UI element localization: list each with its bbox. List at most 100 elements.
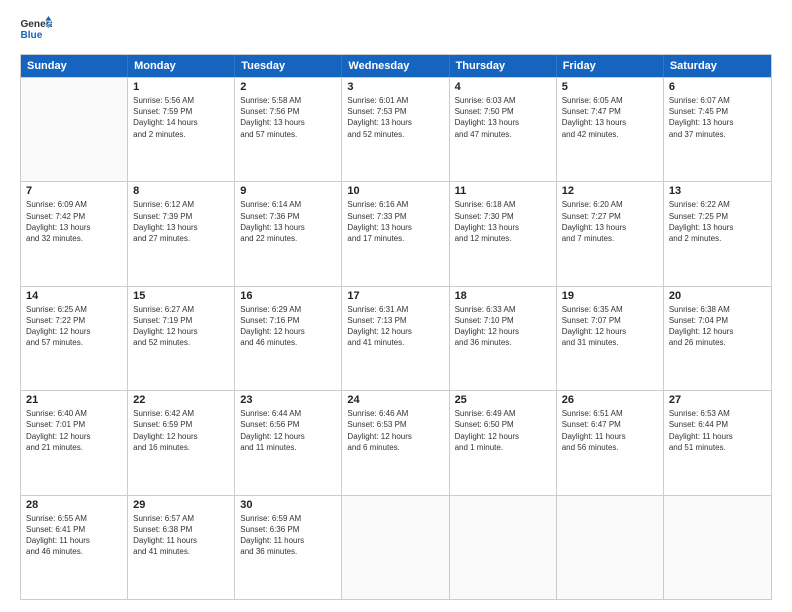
day-number: 11 (455, 185, 551, 197)
day-info: Sunrise: 6:33 AMSunset: 7:10 PMDaylight:… (455, 304, 551, 349)
calendar-cell: 5 Sunrise: 6:05 AMSunset: 7:47 PMDaylight… (557, 78, 664, 181)
day-info: Sunrise: 6:42 AMSunset: 6:59 PMDaylight:… (133, 408, 229, 453)
day-number: 21 (26, 394, 122, 406)
day-number: 5 (562, 81, 658, 93)
day-number: 18 (455, 290, 551, 302)
calendar-cell: 8 Sunrise: 6:12 AMSunset: 7:39 PMDaylight… (128, 182, 235, 285)
calendar-cell: 6 Sunrise: 6:07 AMSunset: 7:45 PMDaylight… (664, 78, 771, 181)
day-info: Sunrise: 6:44 AMSunset: 6:56 PMDaylight:… (240, 408, 336, 453)
day-info: Sunrise: 6:16 AMSunset: 7:33 PMDaylight:… (347, 199, 443, 244)
calendar-row-0: 1 Sunrise: 5:56 AMSunset: 7:59 PMDaylight… (21, 77, 771, 181)
header: General Blue (20, 16, 772, 44)
day-info: Sunrise: 6:01 AMSunset: 7:53 PMDaylight:… (347, 95, 443, 140)
day-info: Sunrise: 6:31 AMSunset: 7:13 PMDaylight:… (347, 304, 443, 349)
calendar-row-2: 14Sunrise: 6:25 AMSunset: 7:22 PMDayligh… (21, 286, 771, 390)
header-day-sunday: Sunday (21, 55, 128, 77)
day-number: 27 (669, 394, 766, 406)
day-number: 30 (240, 499, 336, 511)
calendar-cell: 14Sunrise: 6:25 AMSunset: 7:22 PMDayligh… (21, 287, 128, 390)
day-info: Sunrise: 6:57 AMSunset: 6:38 PMDaylight:… (133, 513, 229, 558)
day-number: 10 (347, 185, 443, 197)
calendar-cell: 23 Sunrise: 6:44 AMSunset: 6:56 PMDayligh… (235, 391, 342, 494)
day-info: Sunrise: 6:46 AMSunset: 6:53 PMDaylight:… (347, 408, 443, 453)
logo: General Blue (20, 16, 52, 44)
calendar-cell: 27 Sunrise: 6:53 AMSunset: 6:44 PMDayligh… (664, 391, 771, 494)
calendar-cell: 12Sunrise: 6:20 AMSunset: 7:27 PMDayligh… (557, 182, 664, 285)
day-info: Sunrise: 6:09 AMSunset: 7:42 PMDaylight:… (26, 199, 122, 244)
calendar-cell: 20 Sunrise: 6:38 AMSunset: 7:04 PMDayligh… (664, 287, 771, 390)
day-number: 4 (455, 81, 551, 93)
day-info: Sunrise: 6:55 AMSunset: 6:41 PMDaylight:… (26, 513, 122, 558)
calendar-cell: 30 Sunrise: 6:59 AMSunset: 6:36 PMDayligh… (235, 496, 342, 599)
calendar-cell (21, 78, 128, 181)
day-number: 12 (562, 185, 658, 197)
day-number: 13 (669, 185, 766, 197)
day-info: Sunrise: 6:25 AMSunset: 7:22 PMDaylight:… (26, 304, 122, 349)
day-info: Sunrise: 5:56 AMSunset: 7:59 PMDaylight:… (133, 95, 229, 140)
day-number: 26 (562, 394, 658, 406)
day-number: 2 (240, 81, 336, 93)
day-number: 7 (26, 185, 122, 197)
logo-icon: General Blue (20, 16, 52, 44)
page: General Blue SundayMondayTuesdayWednesda… (0, 0, 792, 612)
day-number: 8 (133, 185, 229, 197)
day-info: Sunrise: 6:07 AMSunset: 7:45 PMDaylight:… (669, 95, 766, 140)
day-number: 19 (562, 290, 658, 302)
day-info: Sunrise: 6:53 AMSunset: 6:44 PMDaylight:… (669, 408, 766, 453)
calendar-cell: 19 Sunrise: 6:35 AMSunset: 7:07 PMDayligh… (557, 287, 664, 390)
day-info: Sunrise: 6:27 AMSunset: 7:19 PMDaylight:… (133, 304, 229, 349)
calendar-cell (664, 496, 771, 599)
header-day-thursday: Thursday (450, 55, 557, 77)
calendar-cell: 7 Sunrise: 6:09 AMSunset: 7:42 PMDaylight… (21, 182, 128, 285)
calendar-cell: 13 Sunrise: 6:22 AMSunset: 7:25 PMDayligh… (664, 182, 771, 285)
day-number: 23 (240, 394, 336, 406)
day-number: 6 (669, 81, 766, 93)
day-info: Sunrise: 6:05 AMSunset: 7:47 PMDaylight:… (562, 95, 658, 140)
calendar-cell: 10 Sunrise: 6:16 AMSunset: 7:33 PMDayligh… (342, 182, 449, 285)
calendar-row-4: 28 Sunrise: 6:55 AMSunset: 6:41 PMDayligh… (21, 495, 771, 599)
day-info: Sunrise: 6:22 AMSunset: 7:25 PMDaylight:… (669, 199, 766, 244)
day-number: 9 (240, 185, 336, 197)
day-number: 29 (133, 499, 229, 511)
day-number: 25 (455, 394, 551, 406)
day-number: 28 (26, 499, 122, 511)
day-number: 3 (347, 81, 443, 93)
day-info: Sunrise: 6:12 AMSunset: 7:39 PMDaylight:… (133, 199, 229, 244)
calendar: SundayMondayTuesdayWednesdayThursdayFrid… (20, 54, 772, 600)
day-number: 24 (347, 394, 443, 406)
header-day-saturday: Saturday (664, 55, 771, 77)
day-info: Sunrise: 6:51 AMSunset: 6:47 PMDaylight:… (562, 408, 658, 453)
calendar-cell: 25 Sunrise: 6:49 AMSunset: 6:50 PMDayligh… (450, 391, 557, 494)
day-info: Sunrise: 5:58 AMSunset: 7:56 PMDaylight:… (240, 95, 336, 140)
header-day-wednesday: Wednesday (342, 55, 449, 77)
header-day-tuesday: Tuesday (235, 55, 342, 77)
day-number: 15 (133, 290, 229, 302)
calendar-cell: 3 Sunrise: 6:01 AMSunset: 7:53 PMDaylight… (342, 78, 449, 181)
calendar-cell: 11 Sunrise: 6:18 AMSunset: 7:30 PMDayligh… (450, 182, 557, 285)
day-info: Sunrise: 6:38 AMSunset: 7:04 PMDaylight:… (669, 304, 766, 349)
svg-text:Blue: Blue (20, 30, 42, 41)
calendar-cell: 29 Sunrise: 6:57 AMSunset: 6:38 PMDayligh… (128, 496, 235, 599)
calendar-row-1: 7 Sunrise: 6:09 AMSunset: 7:42 PMDaylight… (21, 181, 771, 285)
day-number: 1 (133, 81, 229, 93)
day-info: Sunrise: 6:35 AMSunset: 7:07 PMDaylight:… (562, 304, 658, 349)
calendar-body: 1 Sunrise: 5:56 AMSunset: 7:59 PMDaylight… (21, 77, 771, 599)
calendar-cell (557, 496, 664, 599)
calendar-cell: 16Sunrise: 6:29 AMSunset: 7:16 PMDayligh… (235, 287, 342, 390)
calendar-cell (450, 496, 557, 599)
day-info: Sunrise: 6:40 AMSunset: 7:01 PMDaylight:… (26, 408, 122, 453)
day-info: Sunrise: 6:18 AMSunset: 7:30 PMDaylight:… (455, 199, 551, 244)
calendar-cell: 4Sunrise: 6:03 AMSunset: 7:50 PMDaylight… (450, 78, 557, 181)
day-number: 20 (669, 290, 766, 302)
calendar-header: SundayMondayTuesdayWednesdayThursdayFrid… (21, 55, 771, 77)
calendar-cell: 22 Sunrise: 6:42 AMSunset: 6:59 PMDayligh… (128, 391, 235, 494)
calendar-row-3: 21 Sunrise: 6:40 AMSunset: 7:01 PMDayligh… (21, 390, 771, 494)
calendar-cell: 9Sunrise: 6:14 AMSunset: 7:36 PMDaylight… (235, 182, 342, 285)
calendar-cell: 17Sunrise: 6:31 AMSunset: 7:13 PMDayligh… (342, 287, 449, 390)
day-info: Sunrise: 6:49 AMSunset: 6:50 PMDaylight:… (455, 408, 551, 453)
calendar-cell: 2 Sunrise: 5:58 AMSunset: 7:56 PMDaylight… (235, 78, 342, 181)
calendar-cell: 18 Sunrise: 6:33 AMSunset: 7:10 PMDayligh… (450, 287, 557, 390)
calendar-cell: 28 Sunrise: 6:55 AMSunset: 6:41 PMDayligh… (21, 496, 128, 599)
day-info: Sunrise: 6:59 AMSunset: 6:36 PMDaylight:… (240, 513, 336, 558)
day-number: 22 (133, 394, 229, 406)
